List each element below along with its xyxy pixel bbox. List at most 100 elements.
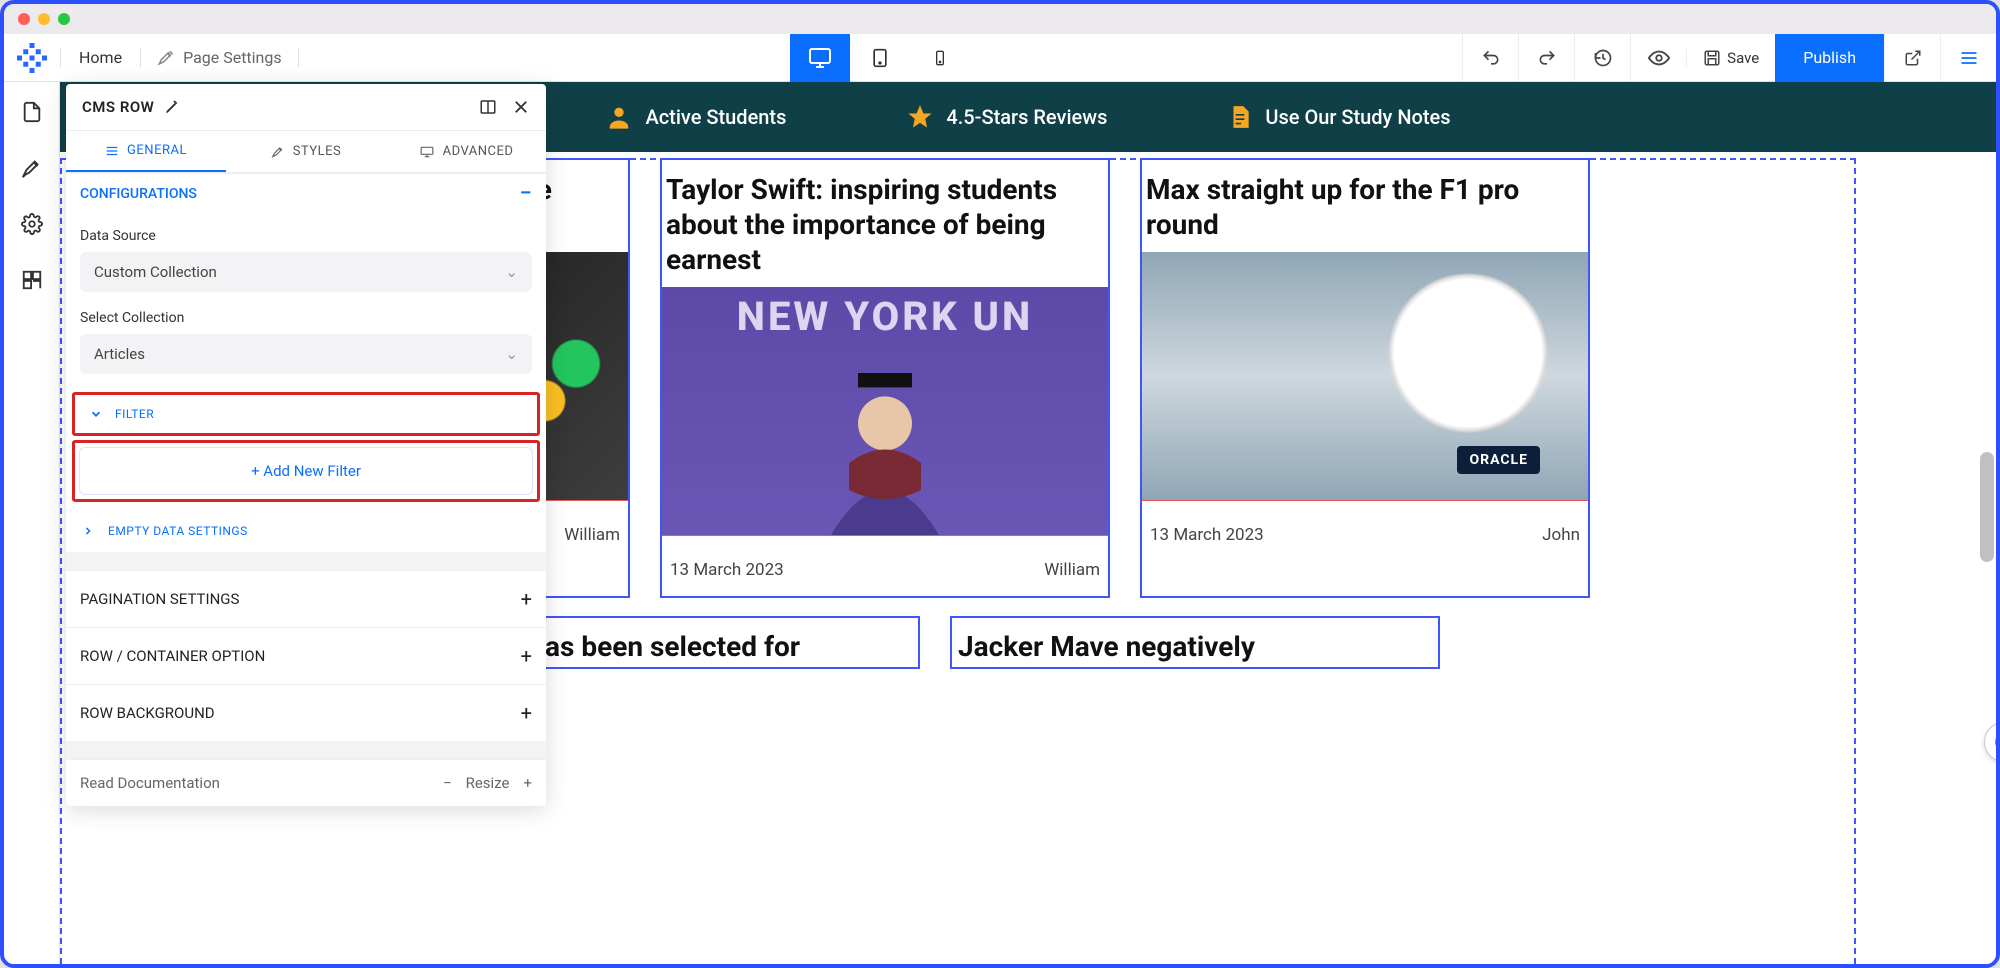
filter-highlight-box: FILTER: [72, 392, 540, 436]
menu-button[interactable]: [1940, 34, 1996, 82]
preview-button[interactable]: [1630, 34, 1686, 82]
close-icon[interactable]: [512, 98, 530, 116]
page-settings-button[interactable]: Page Settings: [141, 48, 299, 67]
section-pagination[interactable]: PAGINATION SETTINGS +: [66, 570, 546, 627]
device-tablet-button[interactable]: [850, 34, 910, 82]
rail-design-button[interactable]: [16, 152, 48, 184]
select-data-source[interactable]: Custom Collection ⌄: [80, 252, 532, 292]
tab-styles-label: STYLES: [293, 144, 342, 159]
gear-icon: [21, 213, 43, 235]
article-card-1[interactable]: Taylor Swift: inspiring students about t…: [660, 158, 1110, 598]
chevron-down-icon: [89, 407, 103, 421]
article-card-4[interactable]: Jacker Mave negatively: [950, 616, 1440, 669]
card-title: Max straight up for the F1 pro round: [1142, 160, 1588, 252]
empty-data-settings-label: EMPTY DATA SETTINGS: [108, 524, 248, 538]
chevron-right-icon: [82, 525, 94, 537]
home-button[interactable]: Home: [60, 48, 141, 67]
rail-pages-button[interactable]: [16, 96, 48, 128]
banner-item-reviews: 4.5-Stars Reviews: [906, 103, 1107, 131]
section-configurations[interactable]: CONFIGURATIONS −: [66, 173, 546, 214]
mac-zoom-icon[interactable]: [58, 13, 70, 25]
tab-general-label: GENERAL: [127, 143, 187, 158]
user-icon: [605, 103, 633, 131]
rail-layers-button[interactable]: [16, 264, 48, 296]
label-select-collection: Select Collection: [80, 310, 532, 326]
mac-minimize-icon[interactable]: [38, 13, 50, 25]
rail-settings-button[interactable]: [16, 208, 48, 240]
mac-close-icon[interactable]: [18, 13, 30, 25]
image-caption: NEW YORK UN: [662, 293, 1108, 340]
card-title: Taylor Swift: inspiring students about t…: [662, 160, 1108, 287]
tab-styles[interactable]: STYLES: [226, 131, 386, 172]
redo-button[interactable]: [1518, 34, 1574, 82]
scrollbar-thumb[interactable]: [1980, 452, 1994, 562]
save-label: Save: [1727, 49, 1759, 67]
label-data-source: Data Source: [80, 228, 532, 244]
save-icon: [1703, 49, 1721, 67]
card-image: ORACLE: [1142, 252, 1588, 500]
section-row-container[interactable]: ROW / CONTAINER OPTION +: [66, 627, 546, 684]
banner-reviews-label: 4.5-Stars Reviews: [946, 105, 1107, 129]
tab-general[interactable]: GENERAL: [66, 131, 226, 172]
chevron-down-icon: ⌄: [505, 345, 518, 363]
list-icon: [105, 144, 119, 158]
empty-data-settings-toggle[interactable]: EMPTY DATA SETTINGS: [66, 510, 546, 552]
redo-icon: [1537, 48, 1557, 68]
undo-button[interactable]: [1462, 34, 1518, 82]
section-row-background-label: ROW BACKGROUND: [80, 704, 215, 722]
help-icon: [1995, 733, 2000, 751]
card-author: John: [1542, 525, 1580, 545]
desktop-icon: [808, 46, 832, 70]
plus-icon: +: [521, 587, 532, 611]
logo-icon: [17, 43, 47, 73]
layers-icon: [21, 269, 43, 291]
app-frame: Home Page Settings Save: [0, 0, 2000, 968]
star-icon: [906, 103, 934, 131]
section-row-container-label: ROW / CONTAINER OPTION: [80, 647, 265, 665]
section-row-background[interactable]: ROW BACKGROUND +: [66, 684, 546, 741]
mobile-icon: [932, 46, 948, 70]
read-docs-link[interactable]: Read Documentation: [80, 774, 220, 792]
device-desktop-button[interactable]: [790, 34, 850, 82]
publish-button[interactable]: Publish: [1775, 34, 1884, 82]
resize-decrease[interactable]: −: [443, 774, 452, 792]
device-mobile-button[interactable]: [910, 34, 970, 82]
filter-label: FILTER: [115, 407, 154, 421]
history-button[interactable]: [1574, 34, 1630, 82]
section-pagination-label: PAGINATION SETTINGS: [80, 590, 239, 608]
left-rail: [4, 82, 60, 964]
resize-label: Resize: [466, 774, 510, 792]
panel-title: CMS ROW: [82, 98, 154, 116]
card-author: William: [1044, 560, 1100, 580]
history-icon: [1593, 48, 1613, 68]
pencil-icon[interactable]: [164, 99, 180, 115]
eye-icon: [1648, 47, 1670, 69]
notes-icon: [1227, 104, 1253, 130]
filter-section-toggle[interactable]: FILTER: [75, 395, 537, 433]
resize-increase[interactable]: +: [523, 774, 532, 792]
card-author: William: [564, 525, 620, 545]
add-new-filter-button[interactable]: + Add New Filter: [79, 447, 533, 495]
open-external-button[interactable]: [1884, 34, 1940, 82]
sponsor-badge: ORACLE: [1457, 446, 1540, 474]
select-data-source-value: Custom Collection: [94, 263, 217, 281]
card-title: Jacker Mave negatively: [958, 630, 1432, 663]
banner-students-label: Active Students: [645, 105, 786, 129]
mac-titlebar: [4, 4, 1996, 34]
select-collection-value: Articles: [94, 345, 145, 363]
app-logo[interactable]: [4, 43, 60, 73]
cms-row-panel: CMS ROW GENERAL STYLES ADVANCED: [66, 84, 546, 806]
save-button[interactable]: Save: [1686, 49, 1775, 67]
monitor-icon: [419, 145, 435, 159]
tablet-icon: [870, 46, 890, 70]
card-date: 13 March 2023: [670, 560, 784, 580]
select-collection[interactable]: Articles ⌄: [80, 334, 532, 374]
tools-icon: [157, 49, 175, 67]
article-card-2[interactable]: Max straight up for the F1 pro round ORA…: [1140, 158, 1590, 598]
tab-advanced-label: ADVANCED: [443, 144, 514, 159]
columns-icon[interactable]: [478, 98, 498, 116]
tab-advanced[interactable]: ADVANCED: [386, 131, 546, 172]
hamburger-icon: [1959, 48, 1979, 68]
external-link-icon: [1904, 49, 1922, 67]
plus-icon: +: [521, 701, 532, 725]
